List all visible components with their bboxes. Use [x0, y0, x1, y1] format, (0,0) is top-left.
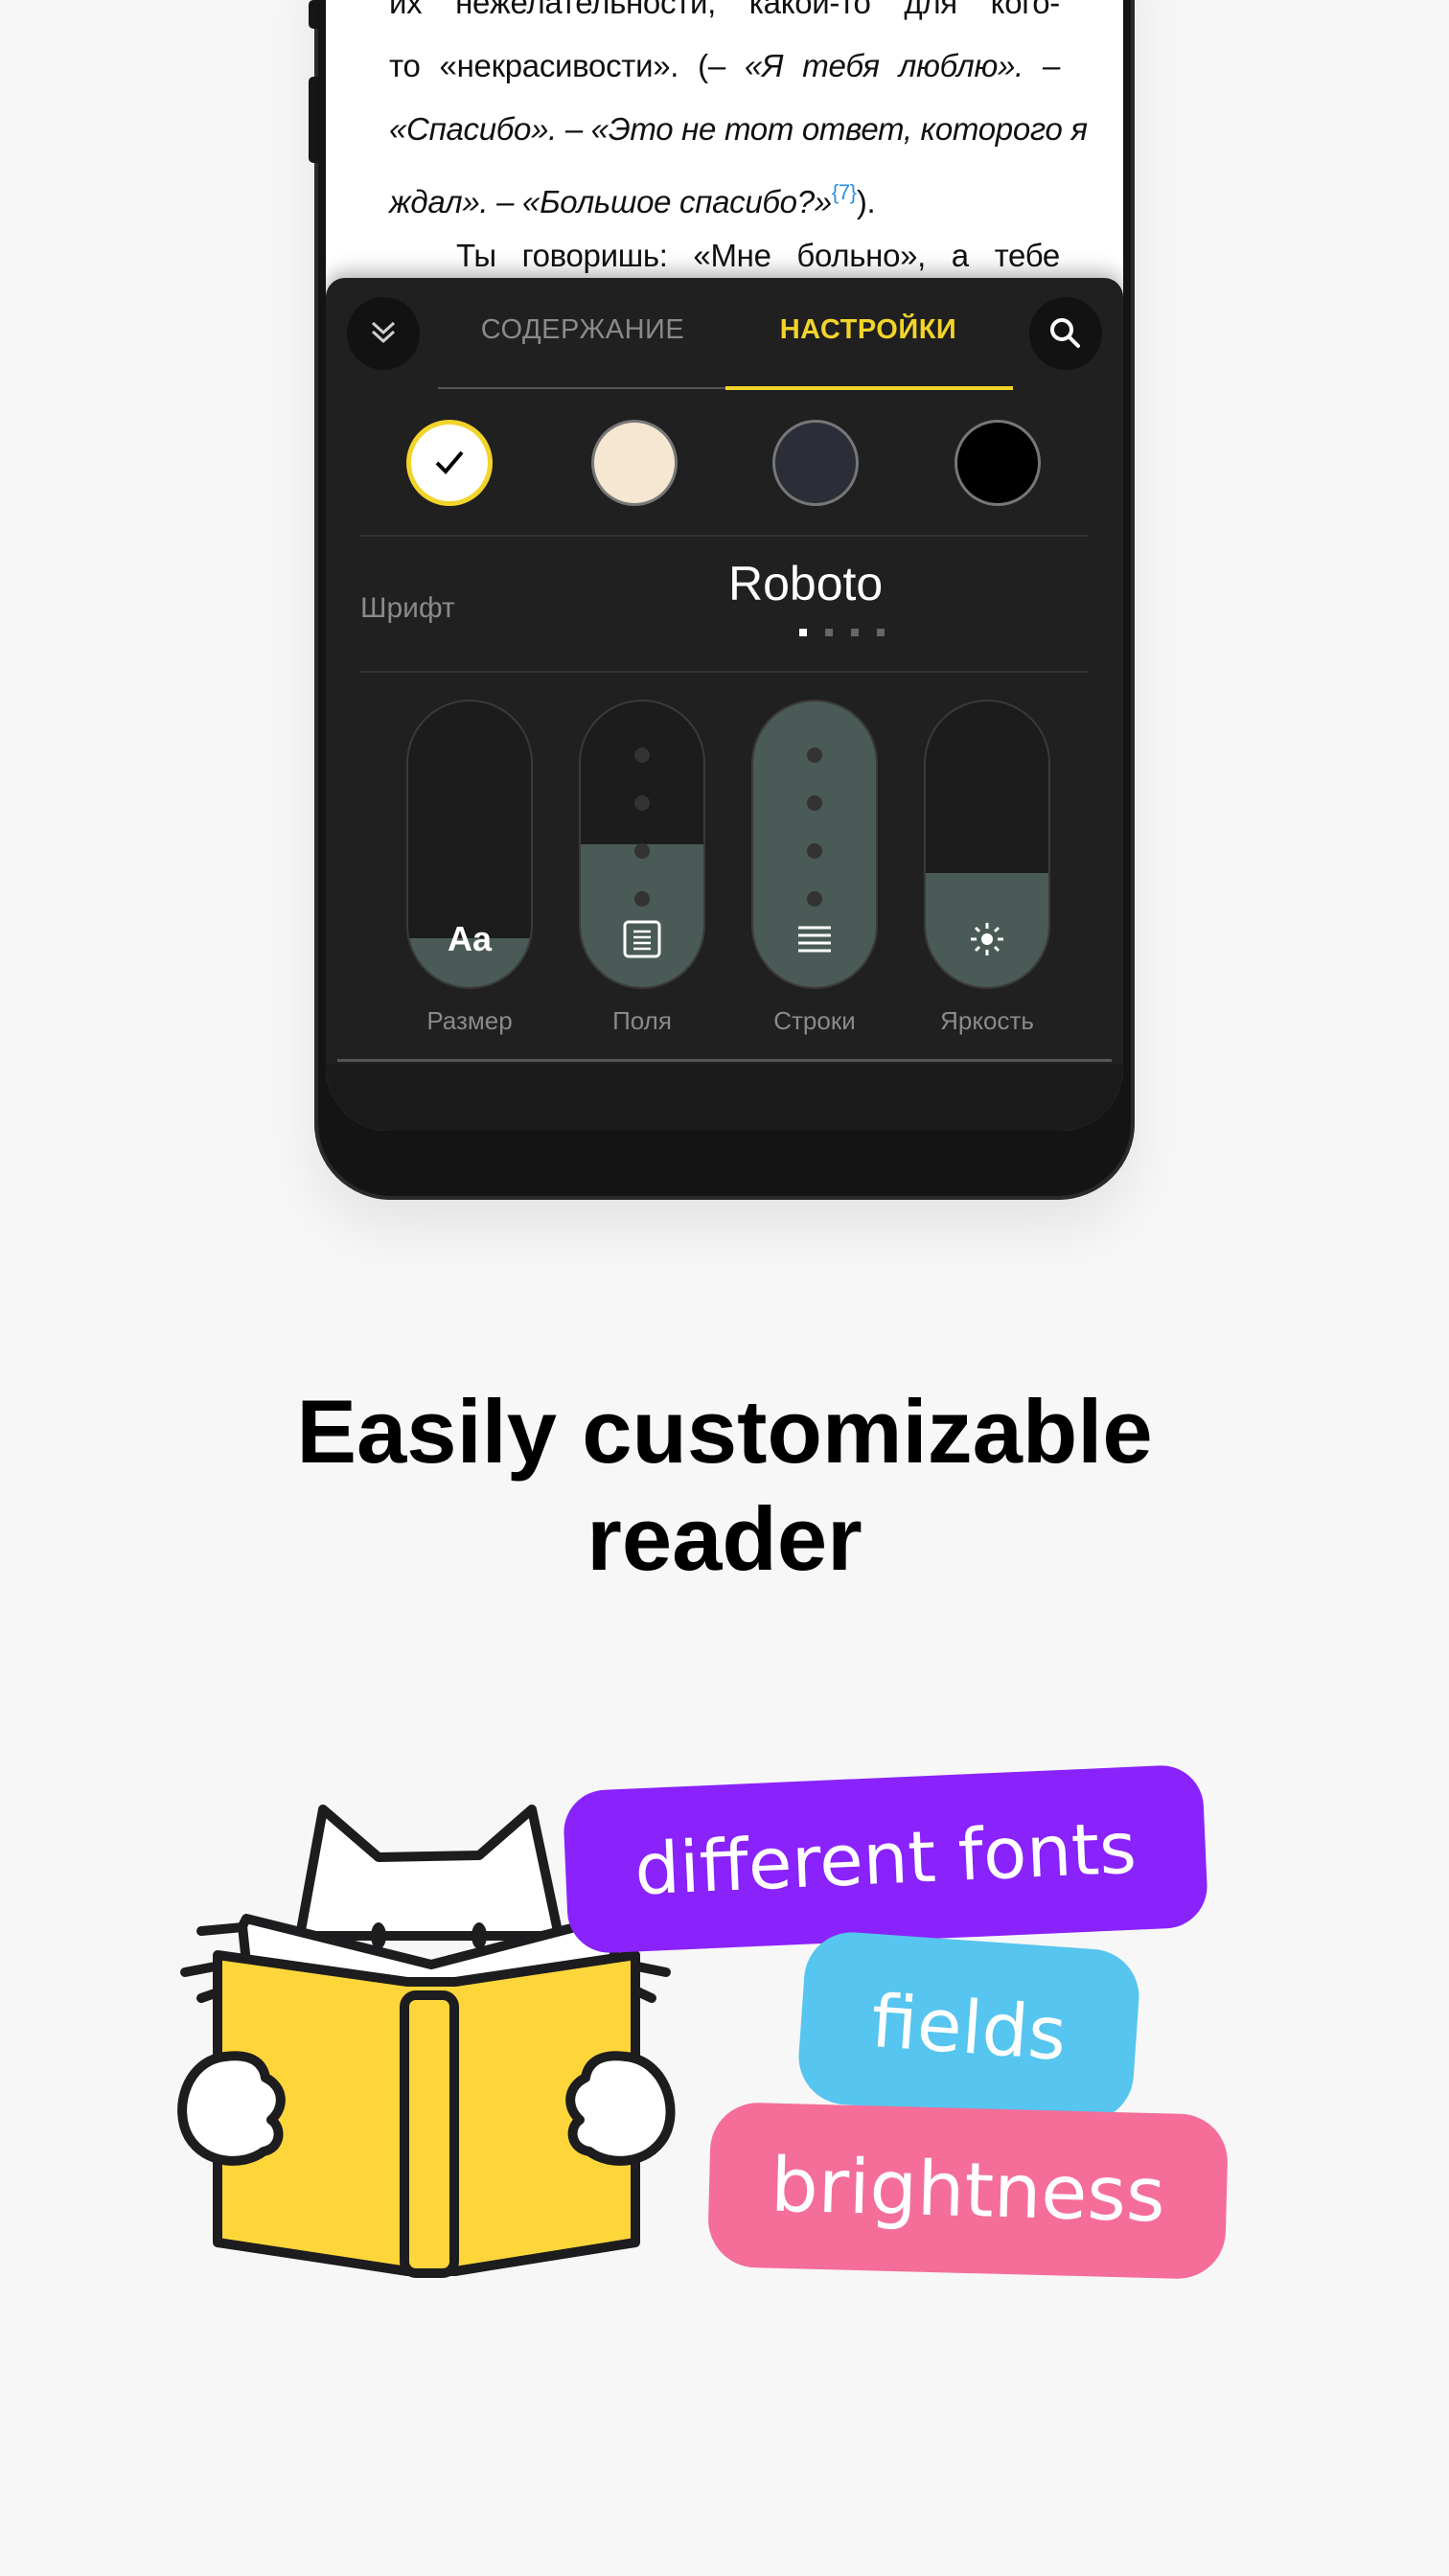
slider-tick — [807, 891, 822, 907]
whisker — [632, 1962, 671, 1977]
theme-dark-blue[interactable] — [772, 420, 859, 506]
tab-underline-active — [725, 386, 1013, 390]
size-slider[interactable]: Aa — [406, 700, 533, 989]
font-size-icon: Aa — [447, 919, 493, 958]
font-label: Шрифт — [360, 592, 455, 624]
slider-tick — [634, 843, 650, 859]
tab-underline — [438, 387, 725, 389]
slider-tick — [807, 748, 822, 763]
divider — [337, 1059, 1112, 1062]
page-dot — [851, 629, 859, 636]
cat-eye — [472, 1922, 487, 1949]
collapse-button[interactable] — [347, 297, 420, 370]
margins-icon — [623, 920, 661, 958]
theme-selector — [326, 420, 1123, 516]
theme-black[interactable] — [954, 420, 1041, 506]
headline-line-1: Easily customizable — [296, 1381, 1153, 1482]
feature-badge-fields: fields — [795, 1929, 1142, 2125]
theme-sepia[interactable] — [591, 420, 678, 506]
page-dot — [825, 629, 833, 636]
footnote-link[interactable]: {7} — [832, 180, 857, 204]
phone-side-button — [309, 0, 318, 29]
line-spacing-icon — [798, 926, 831, 953]
font-value[interactable]: Roboto — [728, 556, 1092, 611]
text-line: то «некрасивости». (– «Я тебя люблю». – — [389, 48, 1061, 83]
book-spine — [400, 1990, 459, 2278]
headline-line-2: reader — [586, 1488, 862, 1589]
promo-screen: их нежелательности, какой-то для кого- т… — [0, 0, 1449, 2576]
margins-label: Поля — [612, 1006, 672, 1035]
panel-tabs: СОДЕРЖАНИЕ НАСТРОЙКИ — [326, 278, 1123, 393]
brightness-slider[interactable] — [924, 700, 1050, 989]
headline: Easily customizable reader — [0, 1378, 1449, 1593]
slider-tick — [807, 843, 822, 859]
brightness-icon — [971, 923, 1003, 955]
sliders-row: Aa Размер Поля Строки Яркость — [326, 700, 1123, 1035]
margins-slider[interactable] — [579, 700, 705, 989]
phone-mockup: их нежелательности, какой-то для кого- т… — [309, 0, 1135, 1200]
phone-volume-button — [309, 77, 318, 163]
tab-settings[interactable]: НАСТРОЙКИ — [724, 314, 1012, 346]
reader-screen: их нежелательности, какой-то для кого- т… — [326, 0, 1123, 1131]
font-selector[interactable]: Шрифт Roboto — [326, 537, 1123, 671]
slider-fill — [581, 844, 703, 987]
text-line: их нежелательности, какой-то для кого- — [389, 0, 1060, 20]
settings-panel: СОДЕРЖАНИЕ НАСТРОЙКИ Шрифт Roboto Aa Раз… — [326, 278, 1123, 1131]
checkmark-icon — [435, 450, 464, 474]
bottom-bar — [326, 1064, 1123, 1131]
page-dot — [877, 629, 885, 636]
cat-eye — [371, 1922, 386, 1949]
tab-contents[interactable]: СОДЕРЖАНИЕ — [439, 314, 726, 346]
double-chevron-down-icon — [371, 321, 396, 344]
page-dot-active — [799, 629, 807, 636]
line-spacing-label: Строки — [773, 1006, 856, 1035]
size-label: Размер — [426, 1006, 513, 1035]
cat-paw-right — [565, 2051, 676, 2166]
theme-white[interactable] — [406, 420, 493, 506]
cat-head — [295, 1805, 564, 1941]
divider — [360, 671, 1089, 673]
font-page-indicator — [799, 629, 885, 636]
feature-badge-brightness: brightness — [706, 2101, 1230, 2281]
feature-badge-fonts: different fonts — [562, 1763, 1209, 1955]
text-line: «Спасибо». – «Это не тот ответ, которого… — [389, 111, 1088, 147]
search-icon — [1050, 318, 1080, 348]
slider-tick — [634, 795, 650, 811]
slider-tick — [634, 891, 650, 907]
cat-paw-left — [177, 2051, 286, 2166]
slider-tick — [807, 795, 822, 811]
line-spacing-slider[interactable] — [751, 700, 878, 989]
search-button[interactable] — [1029, 297, 1102, 370]
slider-tick — [634, 748, 650, 763]
brightness-label: Яркость — [940, 1006, 1034, 1035]
text-line: ждал». – «Большое спасибо?»{7}). — [389, 180, 876, 219]
